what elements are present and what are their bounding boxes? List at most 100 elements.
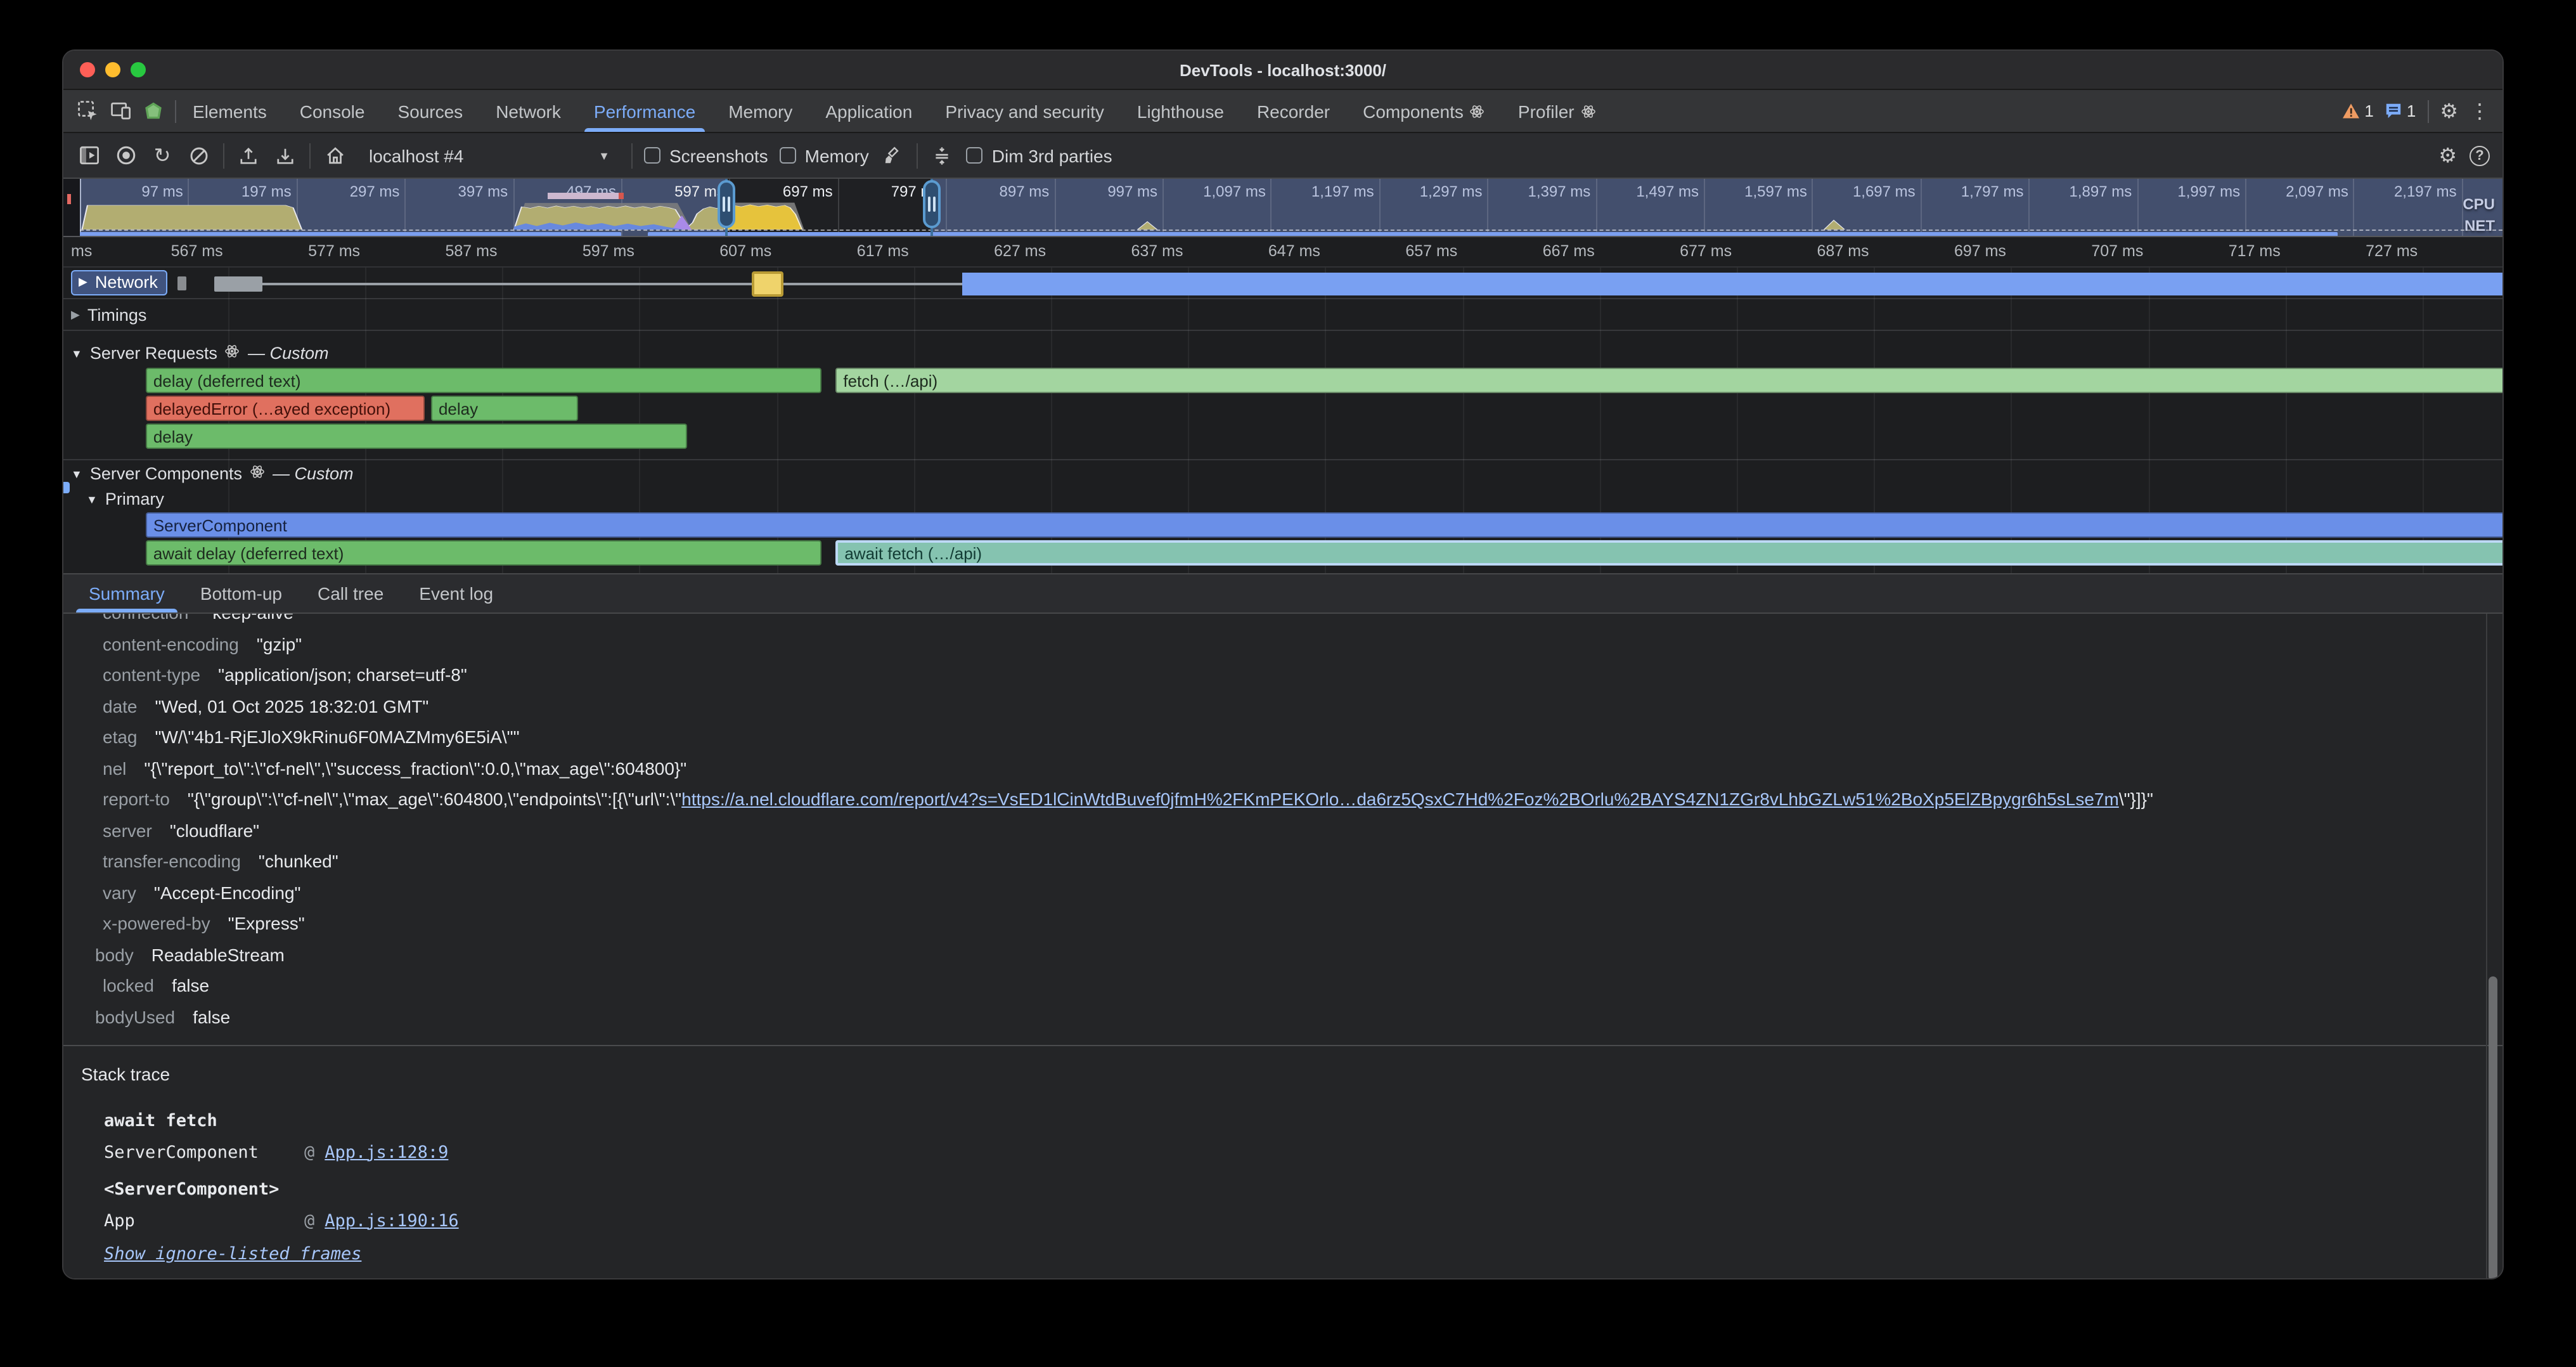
upload-profile-icon[interactable] (236, 143, 261, 168)
server-components-track-header[interactable]: ▼Server Components — Custom (63, 460, 2502, 487)
long-task-bar (548, 193, 624, 199)
tab-memory[interactable]: Memory (712, 90, 809, 132)
network-request-marker[interactable] (752, 271, 783, 297)
panel-tabs: Elements Console SourcesNetworkPerformance… (176, 90, 1613, 132)
selection-left-handle[interactable] (718, 180, 735, 228)
overview-time-label: 1,997 ms (2177, 183, 2240, 200)
clear-icon[interactable] (186, 143, 212, 168)
checkbox-box (967, 147, 983, 164)
timeline-event-bar[interactable]: delay (deferred text) (146, 368, 822, 393)
timeline-event-bar[interactable]: fetch (…/api) (835, 368, 2502, 393)
timeline-overview[interactable]: 97 ms197 ms297 ms397 ms497 ms597 ms697 m… (63, 179, 2502, 237)
header-value: "chunked" (259, 852, 338, 872)
inspect-icon[interactable] (76, 100, 99, 122)
dim-3rd-parties-checkbox[interactable]: Dim 3rd parties (967, 145, 1112, 165)
tab-recorder[interactable]: Recorder (1240, 90, 1346, 132)
tab-sources[interactable]: Sources (381, 90, 479, 132)
collapse-sections-icon[interactable] (930, 143, 955, 168)
device-toolbar-icon[interactable] (109, 100, 132, 122)
overview-network-bar (648, 231, 2338, 236)
source-location-link[interactable]: App.js:190:16 (325, 1210, 458, 1231)
garbage-collect-icon[interactable] (880, 143, 906, 168)
download-profile-icon[interactable] (273, 143, 298, 168)
timeline-event-bar[interactable]: delay (146, 424, 688, 449)
header-row-content-encoding: content-encoding"gzip" (63, 628, 2502, 659)
server-requests-track-header[interactable]: ▼Server Requests — Custom (63, 340, 2502, 366)
tab-components[interactable]: Components (1346, 90, 1502, 132)
report-endpoint-link[interactable]: https://a.nel.cloudflare.com/report/v4?s… (681, 789, 2119, 810)
tab-application[interactable]: Application (809, 90, 929, 132)
capture-settings-gear-icon[interactable]: ⚙ (2438, 143, 2457, 168)
network-request-bar[interactable] (962, 273, 2502, 295)
timeline-ruler[interactable]: ms 567 ms577 ms587 ms597 ms607 ms617 ms6… (63, 237, 2502, 268)
details-scrollbar[interactable] (2486, 614, 2499, 1278)
ruler-time-label: 697 ms (1954, 242, 2006, 260)
frame-at: @ (304, 1210, 314, 1231)
flamechart-tracks[interactable]: ▶Network ▶Timings ▼Server Requests — Cus… (63, 268, 2502, 573)
scrollbar-thumb[interactable] (2489, 976, 2497, 1278)
header-row-report-to: report-to"{\"group\":\"cf-nel\",\"max_ag… (63, 784, 2502, 815)
help-icon[interactable]: ? (2470, 145, 2490, 165)
network-track-label[interactable]: ▶Network (71, 270, 168, 295)
overview-time-label: 197 ms (242, 183, 292, 200)
header-value: "W/\"4b1-RjEJloX9kRinu6F0MAZMmy6E5iA\"" (155, 727, 520, 748)
reload-record-icon[interactable]: ↻ (150, 143, 175, 168)
tab-label: Console (300, 101, 365, 121)
tab-privacy-and-security[interactable]: Privacy and security (929, 90, 1121, 132)
timeline-event-bar[interactable]: delay (431, 396, 578, 421)
details-tab-call-tree[interactable]: Call tree (300, 574, 401, 612)
header-key: vary (103, 883, 136, 903)
network-request-block[interactable] (214, 276, 262, 292)
ruler-time-label: 707 ms (2091, 242, 2143, 260)
track-grip[interactable] (178, 276, 187, 290)
header-row-etag: etag"W/\"4b1-RjEJloX9kRinu6F0MAZMmy6E5iA… (63, 722, 2502, 753)
header-value: ReadableStream (151, 945, 285, 965)
tab-network[interactable]: Network (479, 90, 577, 132)
warnings-badge[interactable]: 1 (2341, 101, 2373, 120)
overview-time-label: 1,597 ms (1744, 183, 1807, 200)
tab-lighthouse[interactable]: Lighthouse (1121, 90, 1240, 132)
atom-icon (250, 464, 265, 479)
ruler-time-label: 637 ms (1131, 242, 1183, 260)
timeline-event-bar[interactable]: await delay (deferred text) (146, 540, 822, 566)
react-devtools-icon[interactable] (142, 100, 165, 122)
header-value: "Wed, 01 Oct 2025 18:32:01 GMT" (155, 696, 429, 716)
header-key: server (103, 820, 152, 841)
ruler-time-label: 717 ms (2229, 242, 2281, 260)
live-metrics-icon[interactable] (76, 143, 101, 168)
ruler-time-label: 617 ms (857, 242, 909, 260)
timeline-event-bar[interactable]: await fetch (…/api) (835, 540, 2502, 566)
tab-label: Memory (728, 101, 792, 121)
header-value: "{\"group\":\"cf-nel\",\"max_age\":60480… (188, 789, 2153, 810)
details-tab-bottom-up[interactable]: Bottom-up (183, 574, 300, 612)
selection-right-handle[interactable] (923, 180, 941, 228)
atom-icon (1581, 103, 1596, 119)
tab-elements[interactable]: Elements (176, 90, 283, 132)
issues-badge[interactable]: 1 (2385, 101, 2416, 120)
stack-frame: App@App.js:190:16 (104, 1205, 2502, 1236)
source-location-link[interactable]: App.js:128:9 (325, 1142, 448, 1162)
show-ignore-listed-frames-link[interactable]: Show ignore-listed frames (104, 1244, 361, 1264)
titlebar: DevTools - localhost:3000/ (63, 51, 2502, 90)
tab-console[interactable]: Console (283, 90, 382, 132)
memory-checkbox[interactable]: Memory (780, 145, 869, 165)
tab-profiler[interactable]: Profiler (1502, 90, 1613, 132)
ruler-time-label: 727 ms (2366, 242, 2418, 260)
primary-thread-header[interactable]: ▼Primary (63, 487, 2502, 511)
timeline-event-bar[interactable]: delayedError (…ayed exception) (146, 396, 424, 421)
more-options-icon[interactable]: ⋮ (2470, 98, 2490, 124)
screenshots-checkbox[interactable]: Screenshots (644, 145, 768, 165)
details-tab-event-log[interactable]: Event log (401, 574, 511, 612)
network-track[interactable]: ▶Network (63, 268, 2502, 298)
timeline-event-bar[interactable]: ServerComponent (146, 512, 2502, 538)
record-icon[interactable] (113, 143, 138, 168)
settings-gear-icon[interactable]: ⚙ (2440, 98, 2458, 124)
history-select[interactable]: localhost #4 ▼ (359, 141, 620, 169)
summary-pane[interactable]: connection"keep-alive"content-encoding"g… (63, 614, 2502, 1278)
home-icon[interactable] (322, 143, 347, 168)
tab-performance[interactable]: Performance (577, 90, 712, 132)
details-tab-summary[interactable]: Summary (71, 574, 183, 612)
ruler-time-label: 567 ms (171, 242, 223, 260)
overview-time-label: 1,497 ms (1636, 183, 1699, 200)
timings-track[interactable]: ▶Timings (63, 299, 2502, 330)
